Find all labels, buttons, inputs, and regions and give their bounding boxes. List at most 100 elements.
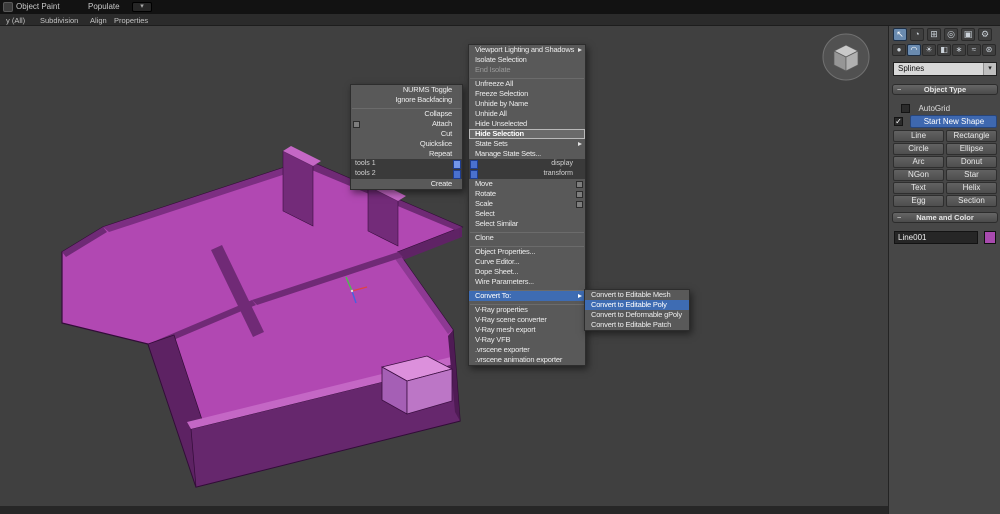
ribbon-tab-populate[interactable]: Populate	[88, 2, 120, 11]
command-panel: ↖ ◔ ⊞ ◎ ▣ ⚙ ● ◠ ☀ ◧ ∗ ≈ ⊛ Splines ▾ − Ob…	[888, 26, 1000, 514]
category-systems-icon[interactable]: ⊛	[982, 44, 996, 56]
menu-item-hide-selection[interactable]: Hide Selection	[469, 129, 585, 139]
menu-item-object-properties[interactable]: Object Properties...	[469, 247, 585, 257]
menu-item-attach[interactable]: Attach	[351, 119, 462, 129]
submenu-arrow-icon	[578, 141, 582, 146]
create-categories: ● ◠ ☀ ◧ ∗ ≈ ⊛	[892, 44, 996, 56]
button-helix[interactable]: Helix	[946, 182, 997, 194]
settings-box-icon[interactable]	[576, 200, 583, 208]
menu-item-convert-editable-patch[interactable]: Convert to Editable Patch	[585, 320, 689, 330]
button-star[interactable]: Star	[946, 169, 997, 181]
menu-item-quickslice[interactable]: Quickslice	[351, 139, 462, 149]
menu-item-collapse[interactable]: Collapse	[351, 109, 462, 119]
menu-item-convert-editable-mesh[interactable]: Convert to Editable Mesh	[585, 290, 689, 300]
ribbon-panel-subdivision[interactable]: Subdivision	[40, 16, 78, 25]
tab-motion[interactable]: ◎	[944, 28, 958, 41]
menu-item-viewport-lighting[interactable]: Viewport Lighting and Shadows	[469, 45, 585, 55]
menu-item-clone[interactable]: Clone	[469, 233, 585, 243]
menu-item-cut[interactable]: Cut	[351, 129, 462, 139]
button-arc[interactable]: Arc	[893, 156, 944, 168]
ribbon-panel-align[interactable]: Align	[90, 16, 107, 25]
object-name-input[interactable]: Line001	[894, 231, 978, 245]
rollout-object-type[interactable]: − Object Type	[892, 84, 998, 95]
button-circle[interactable]: Circle	[893, 143, 944, 155]
menu-item-wire-parameters[interactable]: Wire Parameters...	[469, 277, 585, 287]
menu-item-convert-to[interactable]: Convert To:	[469, 291, 585, 301]
menu-item-state-sets[interactable]: State Sets	[469, 139, 585, 149]
tab-modify[interactable]: ◔	[910, 28, 924, 41]
tab-hierarchy[interactable]: ⊞	[927, 28, 941, 41]
ribbon-panel-poly-all[interactable]: y (All)	[6, 16, 25, 25]
ribbon-tab-object-paint[interactable]: Object Paint	[16, 2, 60, 11]
category-helpers-icon[interactable]: ∗	[952, 44, 966, 56]
button-ellipse[interactable]: Ellipse	[946, 143, 997, 155]
category-cameras-icon[interactable]: ◧	[937, 44, 951, 56]
menu-item-unhide-all[interactable]: Unhide All	[469, 109, 585, 119]
menu-item-hide-unselected[interactable]: Hide Unselected	[469, 119, 585, 129]
ribbon-tab-bar: Object Paint Populate ▾	[0, 0, 1000, 14]
button-line[interactable]: Line	[893, 130, 944, 142]
menu-item-vray-vfb[interactable]: V-Ray VFB	[469, 335, 585, 345]
category-lights-icon[interactable]: ☀	[922, 44, 936, 56]
menu-item-select-similar[interactable]: Select Similar	[469, 219, 585, 229]
menu-item-vrscene-animation-exporter[interactable]: .vrscene animation exporter	[469, 355, 585, 365]
model-editable-spline[interactable]	[61, 146, 464, 488]
quad-indicator-icon[interactable]	[470, 159, 478, 169]
menu-item-vray-properties[interactable]: V-Ray properties	[469, 305, 585, 315]
menu-item-isolate-selection[interactable]: Isolate Selection	[469, 55, 585, 65]
menu-item-select[interactable]: Select	[469, 209, 585, 219]
ribbon-panel-properties[interactable]: Properties	[114, 16, 148, 25]
spline-type-dropdown[interactable]: Splines ▾	[893, 62, 997, 76]
menu-item-label: Move	[475, 179, 493, 188]
menu-item-move[interactable]: Move	[469, 179, 585, 189]
menu-item-scale[interactable]: Scale	[469, 199, 585, 209]
button-section[interactable]: Section	[946, 195, 997, 207]
menu-item-create[interactable]: Create	[351, 179, 462, 189]
viewport-3d-scene[interactable]	[0, 0, 888, 514]
menu-item-vray-scene-converter[interactable]: V-Ray scene converter	[469, 315, 585, 325]
menu-item-convert-editable-poly[interactable]: Convert to Editable Poly	[585, 300, 689, 310]
category-geometry-icon[interactable]: ●	[892, 44, 906, 56]
settings-box-icon[interactable]	[353, 120, 360, 128]
menu-item-dope-sheet[interactable]: Dope Sheet...	[469, 267, 585, 277]
menu-item-freeze-selection[interactable]: Freeze Selection	[469, 89, 585, 99]
start-new-shape-checkbox[interactable]: ✓	[894, 117, 903, 127]
menu-item-vray-mesh-export[interactable]: V-Ray mesh export	[469, 325, 585, 335]
rollout-name-and-color[interactable]: − Name and Color	[892, 212, 998, 223]
name-and-color-row: Line001	[894, 229, 997, 247]
tab-create[interactable]: ↖	[893, 28, 907, 41]
quad-indicator-icon[interactable]	[453, 169, 461, 179]
settings-box-icon[interactable]	[576, 180, 583, 188]
submenu-arrow-icon	[578, 47, 582, 52]
ribbon-collapse-button[interactable]: ▾	[132, 2, 152, 12]
menu-item-nurms-toggle[interactable]: NURMS Toggle	[351, 85, 462, 95]
menu-item-rotate[interactable]: Rotate	[469, 189, 585, 199]
tab-display[interactable]: ▣	[961, 28, 975, 41]
autogrid-checkbox[interactable]	[901, 104, 910, 114]
menu-item-curve-editor[interactable]: Curve Editor...	[469, 257, 585, 267]
button-rectangle[interactable]: Rectangle	[946, 130, 997, 142]
menu-item-convert-deformable-gpoly[interactable]: Convert to Deformable gPoly	[585, 310, 689, 320]
category-shapes-icon[interactable]: ◠	[907, 44, 921, 56]
settings-box-icon[interactable]	[576, 190, 583, 198]
menu-item-unhide-by-name[interactable]: Unhide by Name	[469, 99, 585, 109]
autogrid-label: AutoGrid	[918, 104, 951, 114]
menu-item-manage-state-sets[interactable]: Manage State Sets...	[469, 149, 585, 159]
menu-item-vrscene-exporter[interactable]: .vrscene exporter	[469, 345, 585, 355]
quad-header-label: transform	[543, 170, 573, 177]
view-cube[interactable]	[822, 33, 870, 81]
menu-item-ignore-backfacing[interactable]: Ignore Backfacing	[351, 95, 462, 105]
menu-item-repeat[interactable]: Repeat	[351, 149, 462, 159]
object-color-swatch[interactable]	[984, 231, 997, 245]
quad-indicator-icon[interactable]	[470, 169, 478, 179]
tab-utilities[interactable]: ⚙	[978, 28, 992, 41]
button-donut[interactable]: Donut	[946, 156, 997, 168]
dropdown-arrow-icon[interactable]: ▾	[983, 63, 996, 75]
button-text[interactable]: Text	[893, 182, 944, 194]
start-new-shape-button[interactable]: Start New Shape	[910, 115, 998, 129]
button-egg[interactable]: Egg	[893, 195, 944, 207]
menu-item-unfreeze-all[interactable]: Unfreeze All	[469, 79, 585, 89]
button-ngon[interactable]: NGon	[893, 169, 944, 181]
category-space-warps-icon[interactable]: ≈	[967, 44, 981, 56]
quad-indicator-icon[interactable]	[453, 159, 461, 169]
